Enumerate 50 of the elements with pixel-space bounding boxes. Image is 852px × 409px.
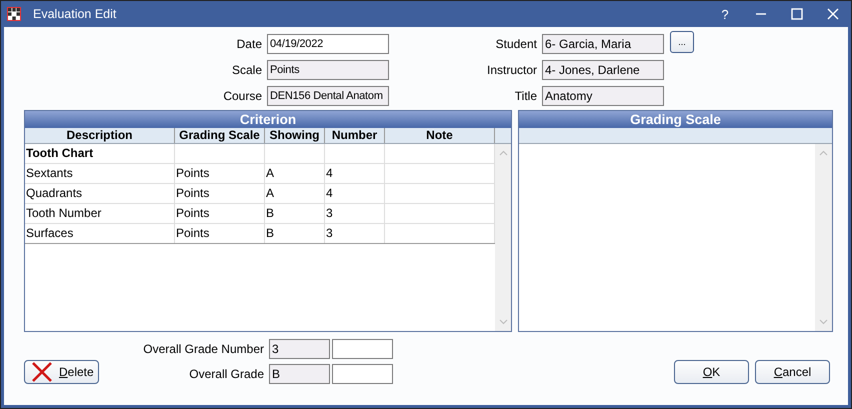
maximize-icon[interactable] bbox=[790, 7, 804, 21]
table-cell: 4 bbox=[325, 164, 385, 183]
text-field[interactable]: 6- Garcia, Maria bbox=[542, 34, 664, 54]
text-field[interactable]: 4- Jones, Darlene bbox=[542, 60, 664, 80]
table-cell: Points bbox=[175, 224, 265, 243]
field-label: Course bbox=[222, 89, 262, 103]
grid-title: Grading Scale bbox=[519, 111, 832, 128]
field-label: Date bbox=[236, 37, 262, 51]
grid-icon bbox=[7, 7, 21, 21]
text-field[interactable]: Anatomy bbox=[542, 86, 664, 106]
ok-button[interactable]: OK bbox=[674, 360, 749, 384]
field-label: Overall Grade bbox=[188, 367, 264, 381]
field-label: Overall Grade Number bbox=[142, 342, 264, 356]
table-cell: Quadrants bbox=[25, 184, 175, 203]
text-field[interactable] bbox=[332, 339, 393, 359]
table-cell: A bbox=[265, 164, 325, 183]
text-field[interactable]: 04/19/2022 bbox=[267, 34, 389, 54]
column-header[interactable]: Number bbox=[325, 128, 385, 143]
column-header[interactable]: Showing bbox=[265, 128, 325, 143]
table-cell: 3 bbox=[325, 224, 385, 243]
window-title: Evaluation Edit bbox=[33, 7, 116, 21]
column-header[interactable]: Note bbox=[385, 128, 495, 143]
field-label: Student bbox=[494, 37, 537, 51]
field-label: Scale bbox=[230, 63, 262, 77]
text-field[interactable]: Points bbox=[267, 60, 389, 80]
table-cell: Points bbox=[175, 164, 265, 183]
close-icon[interactable] bbox=[826, 7, 840, 21]
field-label: Title bbox=[514, 89, 537, 103]
grid-title: Criterion bbox=[25, 111, 511, 128]
table-cell: Tooth Chart bbox=[25, 144, 175, 163]
browse-button[interactable]: ... bbox=[670, 31, 694, 53]
delete-button[interactable]: Delete bbox=[24, 360, 99, 384]
table-cell: 4 bbox=[325, 184, 385, 203]
cancel-button[interactable]: Cancel bbox=[755, 360, 830, 384]
table-cell: Points bbox=[175, 184, 265, 203]
table-cell: A bbox=[265, 184, 325, 203]
column-header[interactable]: Grading Scale bbox=[175, 128, 265, 143]
text-field[interactable]: DEN156 Dental Anatom bbox=[267, 86, 389, 106]
table-cell: Points bbox=[175, 204, 265, 223]
table-cell: Tooth Number bbox=[25, 204, 175, 223]
column-header[interactable]: Description bbox=[25, 128, 175, 143]
table-cell: Sextants bbox=[25, 164, 175, 183]
field-label: Instructor bbox=[486, 63, 537, 77]
table-cell: B bbox=[265, 204, 325, 223]
x-icon bbox=[31, 362, 53, 382]
table-cell: 3 bbox=[325, 204, 385, 223]
text-field[interactable] bbox=[332, 364, 393, 384]
table-cell: B bbox=[265, 224, 325, 243]
table-cell: Surfaces bbox=[25, 224, 175, 243]
help-button[interactable]: ? bbox=[707, 1, 743, 27]
